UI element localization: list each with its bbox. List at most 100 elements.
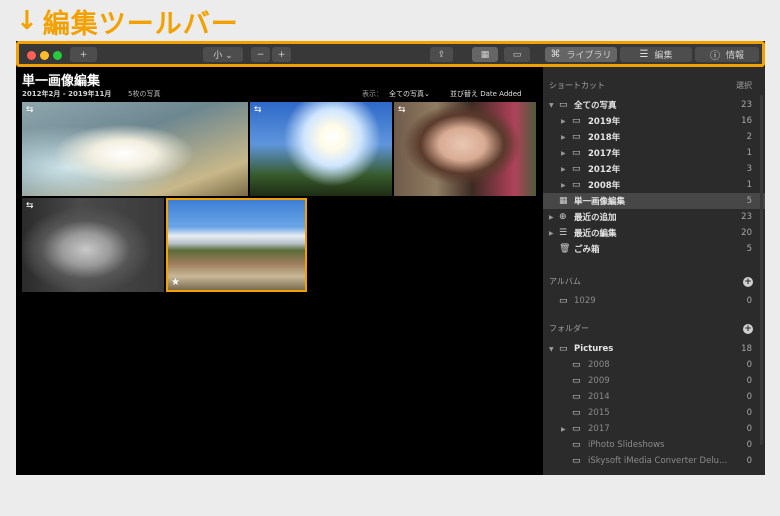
single-view-button[interactable]: ▭ (504, 47, 530, 62)
sidebar-item-2012[interactable]: ▶ ▭ 2012年 3 (543, 161, 765, 177)
disclosure-triangle-icon[interactable]: ▶ (561, 182, 566, 189)
sidebar-item-album-1029[interactable]: ▭ 1029 0 (543, 293, 765, 309)
folder-icon: ▭ (572, 456, 581, 466)
sidebar-item-count: 0 (746, 296, 752, 306)
photo-thumbnail-woman-portrait[interactable]: ⇆ (22, 198, 164, 292)
sidebar-item-label: Pictures (574, 344, 614, 354)
disclosure-triangle-icon[interactable]: ▶ (561, 166, 566, 173)
disclosure-triangle-icon[interactable]: ▶ (561, 118, 566, 125)
tab-info[interactable]: ⓘ 情報 (695, 47, 759, 62)
sidebar-item-count: 18 (741, 344, 752, 354)
add-button[interactable]: + (70, 47, 97, 62)
photo-count: 5枚の写真 (128, 90, 161, 98)
sidebar-item-count: 3 (746, 164, 752, 174)
trash-icon: 🗑 (559, 244, 571, 254)
tab-edit-label: 編集 (654, 51, 673, 61)
sidebar-item-count: 2 (746, 132, 752, 142)
sidebar-item-all-photos[interactable]: ▼ ▭ 全ての写真 23 (543, 97, 765, 113)
sidebar-item-count: 0 (746, 376, 752, 386)
sidebar-item-count: 1 (746, 148, 752, 158)
add-album-button[interactable]: + (743, 277, 753, 287)
sidebar-folder-iskysoft[interactable]: ▭ iSkysoft iMedia Converter Delu... 0 (543, 453, 765, 469)
folder-icon: ▭ (572, 440, 581, 450)
folder-icon: ▭ (572, 360, 581, 370)
sidebar-folder-2015[interactable]: ▭ 2015 0 (543, 405, 765, 421)
sidebar-item-count: 0 (746, 440, 752, 450)
sidebar-folder-iphoto-slideshows[interactable]: ▭ iPhoto Slideshows 0 (543, 437, 765, 453)
photo-thumbnail-mountains-selected[interactable]: ★ (166, 198, 307, 292)
library-icon: ⌘ (550, 49, 561, 60)
disclosure-triangle-icon[interactable]: ▼ (549, 102, 554, 109)
disclosure-triangle-icon[interactable]: ▶ (561, 426, 566, 433)
sort-dropdown[interactable]: 並び替え Date Added (450, 89, 521, 99)
display-filter-dropdown[interactable]: 全ての写真⌄ (389, 89, 430, 99)
sidebar-item-label: 2012年 (588, 165, 621, 175)
sidebar-item-recently-added[interactable]: ▶ ⊕ 最近の追加 23 (543, 209, 765, 225)
sidebar-item-2018[interactable]: ▶ ▭ 2018年 2 (543, 129, 765, 145)
sidebar-item-label: iPhoto Slideshows (588, 440, 665, 450)
plus-circle-icon: ⊕ (559, 212, 567, 222)
sidebar-scrollbar[interactable] (760, 95, 763, 445)
edit-sliders-icon: ☰ (639, 49, 649, 60)
sidebar-item-label: 2019年 (588, 117, 621, 127)
sidebar-folder-2009[interactable]: ▭ 2009 0 (543, 373, 765, 389)
disclosure-triangle-icon[interactable]: ▶ (561, 134, 566, 141)
edited-badge-icon: ⇆ (26, 201, 34, 211)
sidebar-folder-pictures[interactable]: ▼ ▭ Pictures 18 (543, 341, 765, 357)
photo-thumbnail-palms-sun[interactable]: ⇆ (250, 102, 392, 196)
folder-icon: ▭ (559, 344, 568, 354)
sidebar-item-single-edit[interactable]: ▦ 単一画像編集 5 (543, 193, 765, 209)
down-arrow-icon: ↓ (16, 6, 39, 36)
close-window-button[interactable] (27, 51, 36, 60)
folder-icon: ▭ (572, 408, 581, 418)
disclosure-triangle-icon[interactable]: ▼ (549, 346, 554, 353)
grid-icon: ▦ (480, 49, 490, 60)
sidebar-item-count: 0 (746, 424, 752, 434)
zoom-in-button[interactable]: + (272, 47, 291, 62)
folder-icon: ▭ (572, 376, 581, 386)
select-button[interactable]: 選択 (736, 80, 752, 91)
photo-thumbnail-girl-portrait[interactable]: ⇆ (394, 102, 536, 196)
sidebar-item-label: 2017 (588, 424, 610, 434)
date-range: 2012年2月 - 2019年11月 (22, 90, 112, 98)
sidebar-item-label: 全ての写真 (574, 101, 617, 111)
sidebar-folder-2014[interactable]: ▭ 2014 0 (543, 389, 765, 405)
sidebar-item-2017[interactable]: ▶ ▭ 2017年 1 (543, 145, 765, 161)
thumbnail-size-dropdown[interactable]: 小 ⌄ (203, 47, 243, 62)
disclosure-triangle-icon[interactable]: ▶ (561, 150, 566, 157)
sidebar-item-label: 2017年 (588, 149, 621, 159)
edited-badge-icon: ⇆ (26, 105, 34, 115)
zoom-window-button[interactable] (53, 51, 62, 60)
minimize-window-button[interactable] (40, 51, 49, 60)
sidebar-item-2008[interactable]: ▶ ▭ 2008年 1 (543, 177, 765, 193)
disclosure-triangle-icon[interactable]: ▶ (549, 230, 554, 237)
edit-toolbar-annotation: ↓ 編集ツールバー (16, 3, 239, 40)
folder-icon: ▭ (572, 392, 581, 402)
sidebar-item-2019[interactable]: ▶ ▭ 2019年 16 (543, 113, 765, 129)
single-view-icon: ▭ (512, 49, 522, 60)
sidebar-item-label: ごみ箱 (574, 245, 600, 255)
sidebar-folder-2017[interactable]: ▶ ▭ 2017 0 (543, 421, 765, 437)
sidebar-item-label: 単一画像編集 (574, 197, 626, 207)
photo-thumbnail-wave[interactable]: ⇆ (22, 102, 248, 196)
shortcuts-section-title: ショートカット (549, 81, 605, 90)
zoom-out-button[interactable]: − (251, 47, 270, 62)
sidebar-item-label: 2014 (588, 392, 610, 402)
sidebar-item-count: 0 (746, 408, 752, 418)
sidebar-item-count: 5 (746, 244, 752, 254)
sidebar-item-label: 2015 (588, 408, 610, 418)
page-title: 単一画像編集 (22, 74, 101, 89)
sidebar-item-count: 23 (741, 100, 752, 110)
grid-icon: ▦ (559, 196, 568, 206)
sidebar-item-count: 16 (741, 116, 752, 126)
photos-icon: ▭ (572, 116, 581, 126)
grid-view-button[interactable]: ▦ (472, 47, 498, 62)
tab-edit[interactable]: ☰ 編集 (620, 47, 692, 62)
tab-library[interactable]: ⌘ ライブラリ (545, 47, 617, 62)
add-folder-button[interactable]: + (743, 324, 753, 334)
share-button[interactable]: ⇪ (430, 47, 453, 62)
sidebar-item-recently-edited[interactable]: ▶ ☰ 最近の編集 20 (543, 225, 765, 241)
sidebar-folder-2008[interactable]: ▭ 2008 0 (543, 357, 765, 373)
disclosure-triangle-icon[interactable]: ▶ (549, 214, 554, 221)
sidebar-item-trash[interactable]: 🗑 ごみ箱 5 (543, 241, 765, 257)
